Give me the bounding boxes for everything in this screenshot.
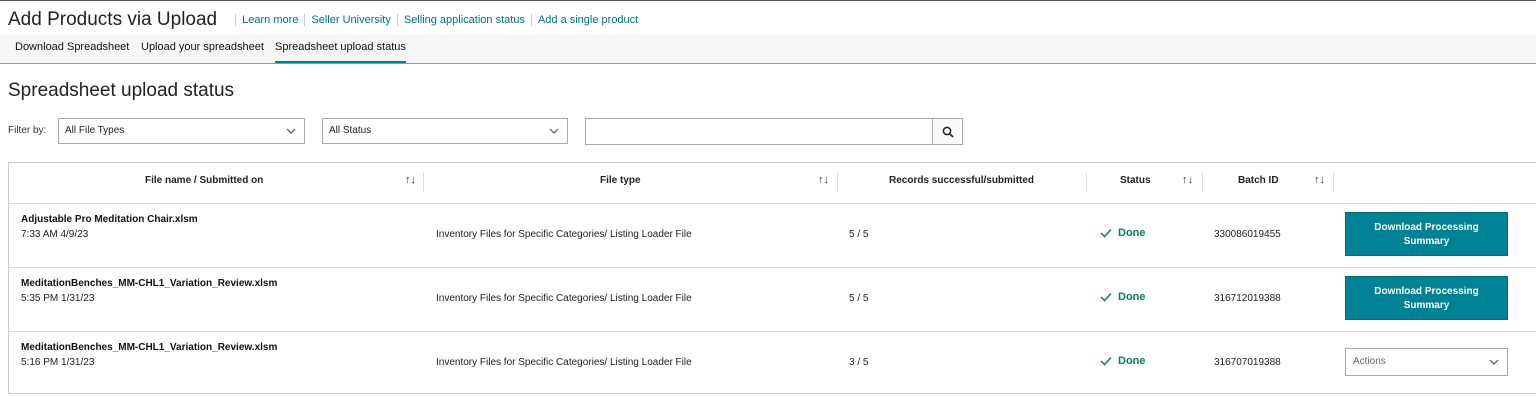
add-single-product-link[interactable]: Add a single product bbox=[530, 14, 644, 26]
actions-dropdown[interactable]: Actions bbox=[1345, 348, 1508, 376]
file-type-select-value: All File Types bbox=[65, 125, 125, 136]
sort-icon[interactable]: ↑↓ bbox=[1182, 174, 1193, 186]
column-divider bbox=[1086, 173, 1087, 192]
file-type: Inventory Files for Specific Categories/… bbox=[436, 229, 692, 240]
submitted-on: 5:35 PM 1/31/23 bbox=[21, 293, 95, 304]
status-text: Done bbox=[1118, 355, 1146, 367]
column-divider bbox=[1333, 173, 1334, 192]
header-batch-id: Batch ID bbox=[1238, 175, 1279, 186]
upload-status-table: File name / Submitted on ↑↓ File type ↑↓… bbox=[8, 162, 1536, 394]
header-links: Learn more Seller University Selling app… bbox=[235, 14, 644, 26]
filter-label: Filter by: bbox=[8, 125, 47, 136]
file-name: MeditationBenches_MM-CHL1_Variation_Revi… bbox=[21, 278, 278, 289]
file-type: Inventory Files for Specific Categories/… bbox=[436, 293, 692, 304]
header-status: Status bbox=[1120, 175, 1151, 186]
search-icon bbox=[942, 126, 954, 138]
learn-more-link[interactable]: Learn more bbox=[235, 14, 304, 26]
search-input[interactable] bbox=[585, 118, 933, 145]
status-text: Done bbox=[1118, 227, 1146, 239]
header-file-type: File type bbox=[600, 175, 641, 186]
checkmark-icon bbox=[1100, 292, 1112, 302]
checkmark-icon bbox=[1100, 356, 1112, 366]
file-type: Inventory Files for Specific Categories/… bbox=[436, 357, 692, 368]
top-border bbox=[0, 0, 1536, 1]
records-count: 5 / 5 bbox=[849, 229, 869, 240]
sort-icon[interactable]: ↑↓ bbox=[818, 174, 829, 186]
submitted-on: 5:16 PM 1/31/23 bbox=[21, 357, 95, 368]
submitted-on: 7:33 AM 4/9/23 bbox=[21, 229, 89, 240]
section-title: Spreadsheet upload status bbox=[8, 80, 235, 101]
status-text: Done bbox=[1118, 291, 1146, 303]
download-processing-summary-button[interactable]: Download Processing Summary bbox=[1345, 276, 1508, 320]
chevron-down-icon bbox=[1489, 359, 1499, 365]
column-divider bbox=[1202, 173, 1203, 192]
sort-icon[interactable]: ↑↓ bbox=[1314, 174, 1325, 186]
status-badge: Done bbox=[1100, 291, 1146, 303]
sort-icon[interactable]: ↑↓ bbox=[405, 174, 416, 186]
file-name: Adjustable Pro Meditation Chair.xlsm bbox=[21, 214, 198, 225]
file-name: MeditationBenches_MM-CHL1_Variation_Revi… bbox=[21, 342, 278, 353]
chevron-down-icon bbox=[286, 128, 296, 134]
page-title: Add Products via Upload bbox=[8, 9, 218, 30]
tab-upload-spreadsheet[interactable]: Upload your spreadsheet bbox=[141, 41, 264, 61]
file-type-select[interactable]: All File Types bbox=[58, 118, 305, 144]
batch-id: 316707019388 bbox=[1214, 357, 1281, 368]
actions-label: Actions bbox=[1353, 356, 1386, 367]
tab-bar: Download Spreadsheet Upload your spreads… bbox=[0, 35, 1536, 64]
search-button[interactable] bbox=[932, 118, 963, 145]
column-divider bbox=[423, 173, 424, 192]
table-row: MeditationBenches_MM-CHL1_Variation_Revi… bbox=[9, 267, 1536, 332]
batch-id: 316712019388 bbox=[1214, 293, 1281, 304]
table-row: Adjustable Pro Meditation Chair.xlsm 7:3… bbox=[9, 203, 1536, 268]
page-header: Add Products via Upload Learn more Selle… bbox=[8, 7, 644, 33]
status-select-value: All Status bbox=[329, 125, 372, 136]
table-row: MeditationBenches_MM-CHL1_Variation_Revi… bbox=[9, 331, 1536, 395]
batch-id: 330086019455 bbox=[1214, 229, 1281, 240]
table-header: File name / Submitted on ↑↓ File type ↑↓… bbox=[9, 163, 1536, 204]
tab-spreadsheet-upload-status[interactable]: Spreadsheet upload status bbox=[275, 41, 406, 63]
column-divider bbox=[837, 173, 838, 192]
records-count: 3 / 5 bbox=[849, 357, 869, 368]
header-file-name: File name / Submitted on bbox=[145, 175, 264, 186]
status-badge: Done bbox=[1100, 355, 1146, 367]
download-processing-summary-button[interactable]: Download Processing Summary bbox=[1345, 212, 1508, 256]
status-select[interactable]: All Status bbox=[322, 118, 568, 144]
checkmark-icon bbox=[1100, 228, 1112, 238]
tab-download-spreadsheet[interactable]: Download Spreadsheet bbox=[15, 41, 129, 61]
seller-university-link[interactable]: Seller University bbox=[304, 14, 396, 26]
status-badge: Done bbox=[1100, 227, 1146, 239]
chevron-down-icon bbox=[549, 128, 559, 134]
header-records: Records successful/submitted bbox=[889, 175, 1035, 186]
records-count: 5 / 5 bbox=[849, 293, 869, 304]
selling-application-status-link[interactable]: Selling application status bbox=[396, 14, 531, 26]
